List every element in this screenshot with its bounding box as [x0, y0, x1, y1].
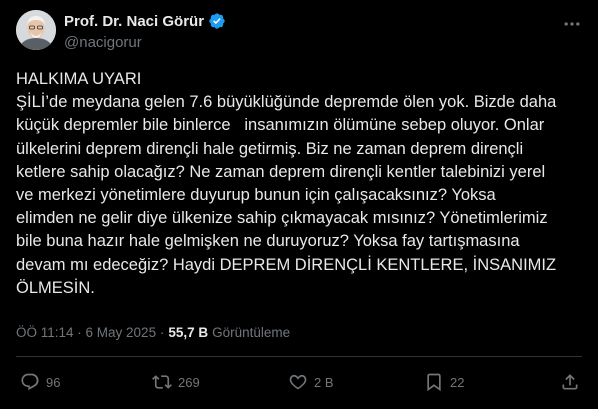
- profile-photo-icon: [16, 10, 56, 50]
- more-options-button[interactable]: [562, 14, 582, 34]
- views-label: Görüntüleme: [212, 325, 291, 340]
- retweet-count: 269: [178, 374, 200, 390]
- tweet-card: Prof. Dr. Naci Görür @nacigorur HALKIMA …: [0, 0, 598, 409]
- reply-count: 96: [46, 374, 61, 390]
- retweet-icon: [152, 375, 172, 389]
- like-button[interactable]: 2 B: [288, 372, 334, 392]
- author-handle[interactable]: @nacigorur: [64, 34, 142, 51]
- author-avatar[interactable]: [16, 10, 56, 50]
- divider: [16, 356, 582, 357]
- like-count: 2 B: [314, 374, 334, 390]
- bookmark-count: 22: [450, 374, 465, 390]
- heart-icon: [289, 374, 307, 390]
- action-bar: 96 269 2 B 22: [16, 372, 582, 398]
- tweet-meta: ÖÖ 11:14 · 6 May 2025 · 55,7 B Görüntüle…: [16, 325, 290, 340]
- reply-icon: [21, 373, 39, 391]
- share-icon: [562, 374, 578, 390]
- verified-badge-icon: [209, 13, 225, 29]
- author-name-row: Prof. Dr. Naci Görür: [64, 12, 226, 30]
- bookmark-button[interactable]: 22: [424, 372, 464, 392]
- reply-button[interactable]: 96: [20, 372, 60, 392]
- author-name[interactable]: Prof. Dr. Naci Görür: [64, 13, 204, 30]
- share-button[interactable]: [560, 372, 580, 392]
- bookmark-icon: [427, 373, 441, 392]
- more-horizontal-icon: [564, 22, 580, 26]
- tweet-timestamp[interactable]: ÖÖ 11:14 · 6 May 2025 ·: [16, 325, 164, 340]
- views-count: 55,7 B: [168, 325, 209, 340]
- tweet-text: HALKIMA UYARI ŞİLİ’de meydana gelen 7.6 …: [16, 70, 557, 297]
- retweet-button[interactable]: 269: [152, 372, 200, 392]
